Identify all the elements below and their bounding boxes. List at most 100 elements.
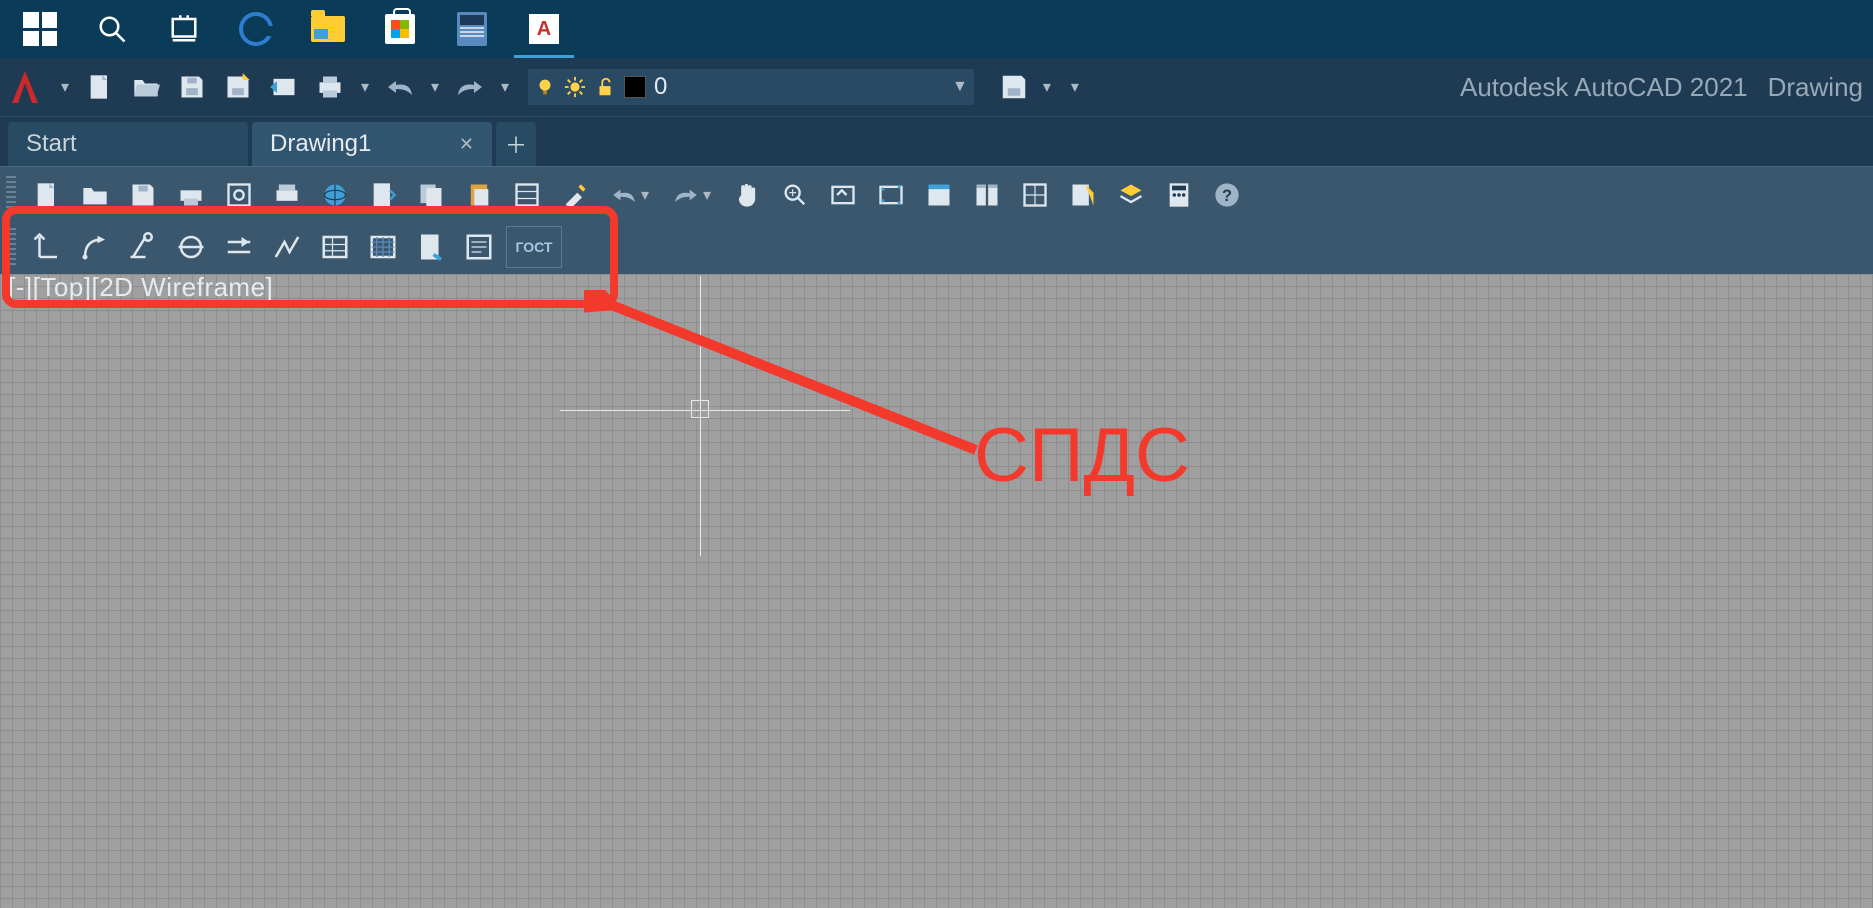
tab-drawing1[interactable]: Drawing1 ✕ bbox=[252, 122, 492, 166]
toolbar-grip[interactable] bbox=[6, 176, 16, 214]
hand-icon bbox=[733, 181, 761, 209]
spds-level-mark[interactable] bbox=[26, 226, 68, 268]
tb-layers[interactable] bbox=[1110, 174, 1152, 216]
qat-save-as[interactable] bbox=[218, 67, 258, 107]
spec-icon bbox=[464, 232, 494, 262]
layers-icon bbox=[1117, 181, 1145, 209]
spds-axis[interactable] bbox=[122, 226, 164, 268]
spds-gost[interactable]: ГОСТ bbox=[506, 226, 562, 268]
tb-properties[interactable] bbox=[506, 174, 548, 216]
tb-tool-palettes[interactable] bbox=[918, 174, 960, 216]
tb-batch-plot[interactable] bbox=[266, 174, 308, 216]
search-icon bbox=[97, 14, 127, 44]
tb-quickcalc[interactable] bbox=[1158, 174, 1200, 216]
tb-print[interactable] bbox=[170, 174, 212, 216]
layer-control[interactable]: 0 ▼ bbox=[528, 69, 974, 105]
spds-node-mark[interactable] bbox=[74, 226, 116, 268]
spds-break-line[interactable] bbox=[170, 226, 212, 268]
edge-icon bbox=[239, 12, 273, 46]
viewport-label[interactable]: [-][Top][2D Wireframe] bbox=[8, 272, 273, 303]
tb-zoom-realtime[interactable] bbox=[774, 174, 816, 216]
qat-print[interactable] bbox=[310, 67, 350, 107]
plot-preview-icon bbox=[225, 181, 253, 209]
open-folder-icon bbox=[132, 73, 160, 101]
zoom-icon bbox=[781, 181, 809, 209]
tb-cut[interactable] bbox=[362, 174, 404, 216]
tb-help[interactable]: ? bbox=[1206, 174, 1248, 216]
open-folder-icon bbox=[81, 181, 109, 209]
tb-zoom-window[interactable] bbox=[822, 174, 864, 216]
qat-open-web[interactable] bbox=[264, 67, 304, 107]
autocad-titlebar: ▾ ▾ ▾ bbox=[0, 58, 1873, 116]
tb-undo[interactable]: ▾ bbox=[602, 174, 658, 216]
close-icon[interactable]: ✕ bbox=[459, 134, 474, 155]
toolbars: ▾ ▾ ? ГОСТ bbox=[0, 166, 1873, 280]
tb-save[interactable] bbox=[122, 174, 164, 216]
tb-design-center[interactable] bbox=[1014, 174, 1056, 216]
table-icon bbox=[320, 232, 350, 262]
tb-copy[interactable] bbox=[410, 174, 452, 216]
spds-table[interactable] bbox=[314, 226, 356, 268]
doc-title: Drawing bbox=[1768, 72, 1863, 103]
qat-redo-dropdown[interactable]: ▾ bbox=[496, 67, 514, 107]
qat-undo[interactable] bbox=[380, 67, 420, 107]
win-search-button[interactable] bbox=[76, 0, 148, 58]
win-start-button[interactable] bbox=[4, 0, 76, 58]
app-menu-dropdown[interactable]: ▾ bbox=[56, 67, 74, 107]
standard-toolbar: ▾ ▾ ? bbox=[6, 171, 1867, 219]
qat-workspace-save[interactable] bbox=[994, 67, 1034, 107]
qat-print-dropdown[interactable]: ▾ bbox=[356, 67, 374, 107]
palette-icon bbox=[925, 181, 953, 209]
app-menu-button[interactable] bbox=[0, 58, 50, 116]
zoom-window-icon bbox=[829, 181, 857, 209]
new-tab-button[interactable]: ＋ bbox=[496, 122, 536, 166]
break-icon bbox=[176, 232, 206, 262]
document-tabs: Start Drawing1 ✕ ＋ bbox=[0, 116, 1873, 166]
toolbar-grip[interactable] bbox=[6, 228, 16, 266]
tb-redo[interactable]: ▾ bbox=[664, 174, 720, 216]
tb-pan[interactable] bbox=[726, 174, 768, 216]
tb-match-prop[interactable] bbox=[554, 174, 596, 216]
redo-icon bbox=[673, 186, 699, 204]
qat-workspace-dropdown[interactable]: ▾ bbox=[1038, 67, 1056, 107]
spds-welding[interactable] bbox=[266, 226, 308, 268]
tb-plot-preview[interactable] bbox=[218, 174, 260, 216]
drawing-canvas[interactable]: [-][Top][2D Wireframe] bbox=[0, 274, 1873, 908]
tb-sheet-set[interactable] bbox=[966, 174, 1008, 216]
qat-new-doc[interactable] bbox=[80, 67, 120, 107]
node-mark-icon bbox=[80, 232, 110, 262]
calculator[interactable] bbox=[436, 0, 508, 58]
qat-redo[interactable] bbox=[450, 67, 490, 107]
print-icon bbox=[316, 73, 344, 101]
section-icon bbox=[224, 232, 254, 262]
lock-open-icon bbox=[594, 76, 616, 98]
qat-save[interactable] bbox=[172, 67, 212, 107]
file-explorer[interactable] bbox=[292, 0, 364, 58]
spds-format[interactable] bbox=[410, 226, 452, 268]
spds-hatch[interactable] bbox=[362, 226, 404, 268]
hatch-icon bbox=[368, 232, 398, 262]
tb-zoom-extents[interactable] bbox=[870, 174, 912, 216]
qat-open-doc[interactable] bbox=[126, 67, 166, 107]
autocad-a-icon bbox=[10, 69, 40, 105]
edge-browser[interactable] bbox=[220, 0, 292, 58]
tab-start[interactable]: Start bbox=[8, 122, 248, 166]
tb-publish-web[interactable] bbox=[314, 174, 356, 216]
tb-markup[interactable] bbox=[1062, 174, 1104, 216]
spds-section-mark[interactable] bbox=[218, 226, 260, 268]
qat-undo-dropdown[interactable]: ▾ bbox=[426, 67, 444, 107]
zoom-extents-icon bbox=[877, 181, 905, 209]
ms-store[interactable] bbox=[364, 0, 436, 58]
win-task-view-button[interactable] bbox=[148, 0, 220, 58]
qat-customize-dropdown[interactable]: ▾ bbox=[1066, 67, 1084, 107]
tb-paste[interactable] bbox=[458, 174, 500, 216]
svg-text:?: ? bbox=[1222, 187, 1232, 205]
layer-dropdown-icon[interactable]: ▼ bbox=[952, 78, 968, 96]
tb-new-doc[interactable] bbox=[26, 174, 68, 216]
autocad-app[interactable]: A bbox=[508, 0, 580, 58]
spds-spec[interactable] bbox=[458, 226, 500, 268]
windows-taskbar: A bbox=[0, 0, 1873, 58]
save-as-icon bbox=[224, 73, 252, 101]
layer-name: 0 bbox=[654, 73, 854, 101]
tb-open[interactable] bbox=[74, 174, 116, 216]
